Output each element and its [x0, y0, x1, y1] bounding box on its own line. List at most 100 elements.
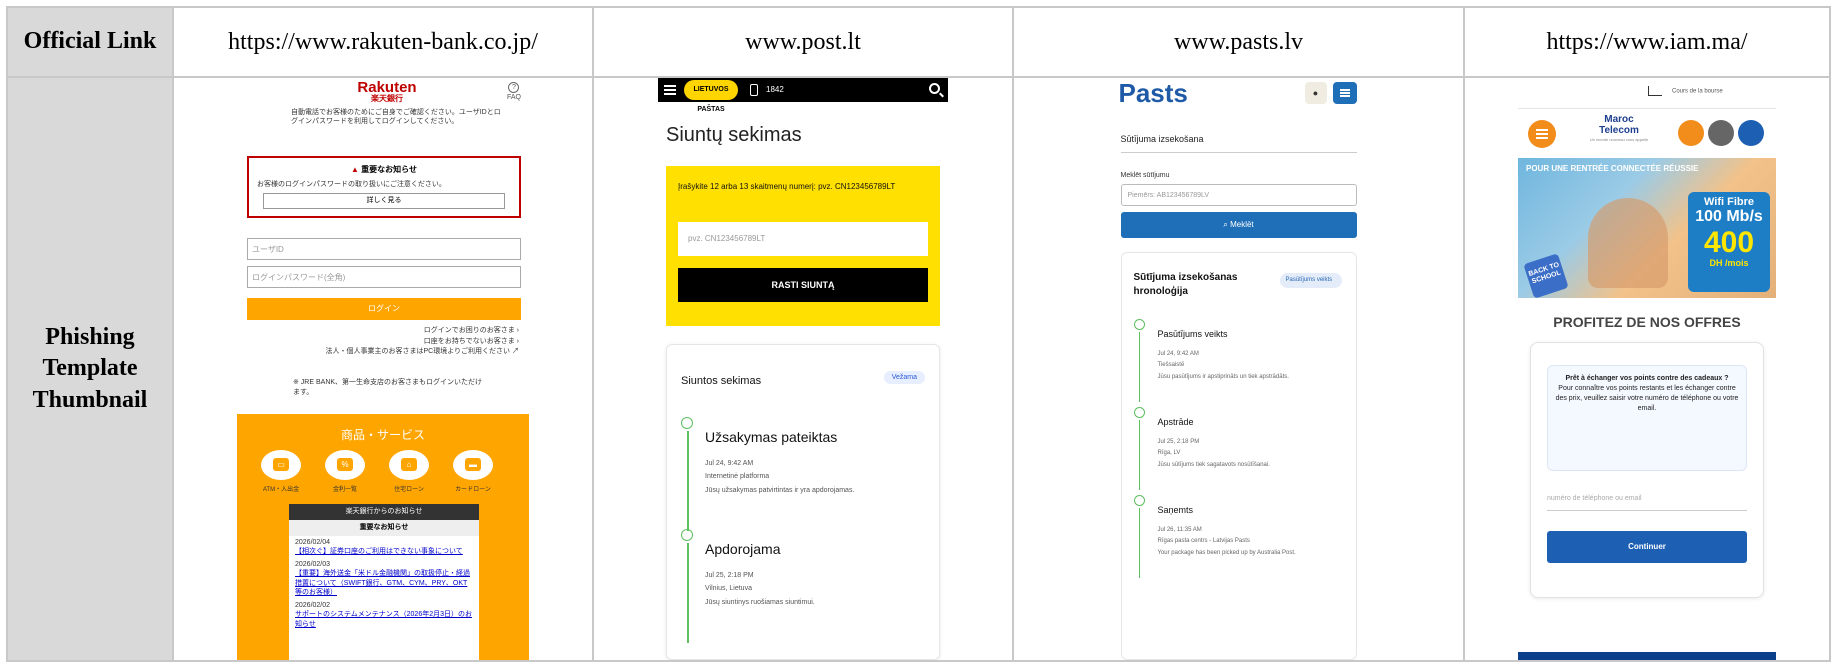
user-icon[interactable]	[1678, 120, 1704, 146]
house-icon: ⌂	[401, 458, 417, 471]
check-icon	[681, 417, 693, 429]
thumbnail-cell-iam-ma: Cours de la bourse Maroc Telecom Un mond…	[1463, 76, 1831, 662]
divider	[1120, 152, 1357, 153]
official-link-iam-ma: https://www.iam.ma/	[1463, 6, 1831, 78]
card-icon: ▬	[465, 458, 481, 471]
event-place: Rīga, LV	[1157, 450, 1181, 457]
timeline-line	[1138, 332, 1140, 402]
promo-banner[interactable]: POUR UNE RENTRÉE CONNECTÉE RÉUSSIE BACK …	[1518, 158, 1776, 299]
check-icon	[1133, 407, 1145, 418]
official-link-post-lt: www.post.lt	[592, 6, 1014, 78]
banner-title: POUR UNE RENTRÉE CONNECTÉE RÉUSSIE	[1526, 164, 1699, 173]
userid-input[interactable]: ユーザID	[247, 238, 521, 260]
thumbnail-row: Phishing Template Thumbnail Rakuten 楽天銀行…	[6, 76, 1831, 662]
user-icon[interactable]: ●	[1304, 82, 1327, 104]
event-place: Internetinė platforma	[705, 473, 770, 481]
event-desc: Jūsu pasūtījums ir apstiprināts un tiek …	[1157, 373, 1289, 380]
footer-bar	[1518, 652, 1776, 659]
atm-icon: ▭	[273, 458, 289, 471]
notice-more-button[interactable]: 詳しく見る	[263, 193, 505, 209]
cart-icon[interactable]	[1738, 120, 1764, 146]
post-lt-thumbnail: LIETUVOS PAŠTAS 1842 Siuntų sekimas Įraš…	[658, 79, 948, 659]
notice-title: 重要なお知らせ	[361, 165, 417, 174]
points-info: Prêt à échanger vos points contre des ca…	[1547, 365, 1747, 471]
banner-illustration	[1588, 198, 1668, 288]
service-rates[interactable]: % 金利一覧	[325, 450, 365, 493]
official-link-row: Official Link https://www.rakuten-bank.c…	[6, 6, 1831, 78]
help-link[interactable]: 口座をお持ちでないお客さま ›	[279, 337, 519, 348]
event-desc: Jūsų siuntinys ruošiamas siuntimui.	[705, 598, 815, 606]
page-title: Siuntų sekimas	[666, 124, 802, 146]
official-link-rakuten: https://www.rakuten-bank.co.jp/	[172, 6, 594, 78]
field-label: Meklēt sūtījumu	[1120, 172, 1170, 179]
thumbnail-cell-rakuten: Rakuten 楽天銀行 ? FAQ 自動電話でお客様のためにご自身でご確認くだ…	[172, 76, 594, 662]
event-place: Tiešsaistē	[1157, 362, 1185, 369]
post-lt-logo: LIETUVOS PAŠTAS	[684, 80, 738, 113]
login-button[interactable]: ログイン	[247, 298, 521, 320]
row-header-thumbnail: Phishing Template Thumbnail	[6, 76, 174, 662]
help-link[interactable]: ログインでお困りのお客さま ›	[279, 326, 519, 337]
check-icon	[1133, 495, 1145, 506]
question-icon: ?	[508, 82, 520, 93]
menu-icon[interactable]	[1528, 120, 1556, 148]
service-mortgage[interactable]: ⌂ 住宅ローン	[389, 450, 429, 493]
pasts-logo: Pasts	[1118, 78, 1188, 108]
phone-email-input[interactable]: numéro de téléphone ou email	[1547, 485, 1747, 511]
event-date: Jul 24, 9:42 AM	[1157, 351, 1199, 357]
service-cardloan[interactable]: ▬ カードローン	[453, 450, 493, 493]
timeline-line	[687, 543, 689, 643]
stock-link[interactable]: Cours de la bourse	[1648, 86, 1723, 96]
event-place: Rīgas pasta centrs - Latvijas Pasts	[1157, 538, 1250, 545]
tracking-form: Įrašykite 12 arba 13 skaitmenų numerį: p…	[666, 166, 940, 326]
tracking-card-title: Siuntos sekimas	[681, 375, 762, 387]
event-date: Jul 25, 2:18 PM	[1157, 439, 1200, 445]
event-place: Vilnius, Lietuva	[705, 585, 752, 593]
thumbnail-cell-post-lt: LIETUVOS PAŠTAS 1842 Siuntų sekimas Įraš…	[592, 76, 1014, 662]
news-link[interactable]: サポートのシステムメンテナンス（2026年2月3日）のお知らせ	[295, 610, 473, 629]
points-card: Prêt à échanger vos points contre des ca…	[1530, 342, 1764, 598]
phone-number: 1842	[766, 85, 784, 94]
search-icon[interactable]	[929, 83, 940, 94]
rakuten-notice-box: ▲ 重要なお知らせ お客様のログインパスワードの取り扱いにご注意ください。 詳し…	[247, 156, 521, 218]
maroc-telecom-logo: Maroc Telecom Un monde nouveau vous appe…	[1589, 114, 1649, 142]
news-link[interactable]: 【重要】海外送金「米ドル金融機関」の取扱停止・経過措置について（SWIFT銀行、…	[295, 569, 473, 597]
news-date: 2026/02/04	[295, 539, 331, 546]
menu-icon[interactable]	[664, 85, 676, 95]
event-title: Pasūtījums veikts	[1157, 329, 1228, 339]
event-desc: Jūsų užsakymas patvirtintas ir yra apdor…	[705, 486, 855, 494]
rakuten-thumbnail: Rakuten 楽天銀行 ? FAQ 自動電話でお客様のためにご自身でご確認くだ…	[237, 79, 529, 659]
services-title: 商品・サービス	[340, 428, 425, 442]
news-link[interactable]: 【相次ぐ】証券口座のご利用はできない事象について	[295, 547, 473, 556]
section-heading: Sūtījuma izsekošana	[1120, 134, 1204, 144]
warning-icon: ▲	[351, 165, 359, 174]
search-icon: ⌕	[1223, 220, 1228, 229]
wifi-offer: Wifi Fibre 100 Mb/s 400 DH /mois	[1688, 192, 1770, 292]
help-link[interactable]: 法人・個人事業主のお客さまはPC環境よりご利用ください ↗	[279, 347, 519, 358]
check-icon	[1133, 319, 1145, 330]
timeline-title: Sūtījuma izsekošanas hronoloģija	[1133, 272, 1238, 297]
news-header: 楽天銀行からのお知らせ	[289, 504, 479, 520]
check-icon	[681, 529, 693, 541]
event-title: Saņemts	[1157, 505, 1194, 515]
service-atm[interactable]: ▭ ATM・入出金	[261, 450, 301, 493]
tracking-input[interactable]: pvz. CN123456789LT	[678, 222, 928, 256]
news-box: 楽天銀行からのお知らせ 重要なお知らせ 2026/02/04 【相次ぐ】証券口座…	[289, 504, 479, 659]
faq-link[interactable]: ? FAQ	[507, 82, 521, 101]
menu-icon[interactable]	[1332, 82, 1357, 104]
row-header-official-link: Official Link	[6, 6, 174, 78]
password-input[interactable]: ログインパスワード(全角)	[247, 266, 521, 288]
tracking-card: Siuntos sekimas Vežama Užsakymas pateikt…	[666, 344, 940, 659]
tracking-input[interactable]: Piemērs: AB123456789LV	[1120, 184, 1357, 206]
pasts-lv-thumbnail: Pasts ● Sūtījuma izsekošana Meklēt sūtīj…	[1114, 78, 1363, 659]
continue-button[interactable]: Continuer	[1547, 531, 1747, 563]
event-date: Jul 26, 11:35 AM	[1157, 527, 1202, 533]
event-date: Jul 25, 2:18 PM	[705, 572, 754, 579]
search-icon[interactable]	[1708, 120, 1734, 146]
back-to-school-badge: BACK TO SCHOOL	[1523, 253, 1569, 299]
chart-icon	[1648, 86, 1662, 96]
find-parcel-button[interactable]: RASTI SIUNTĄ	[678, 268, 928, 302]
event-desc: Jūsu sūtījums tiek sagatavots nosūtīšana…	[1157, 461, 1270, 468]
news-date: 2026/02/03	[295, 560, 331, 568]
search-button[interactable]: ⌕ Meklēt	[1120, 212, 1357, 238]
services-section: 商品・サービス ▭ ATM・入出金 % 金利一覧 ⌂ 住宅ローン ▬ カードロー…	[237, 414, 529, 659]
